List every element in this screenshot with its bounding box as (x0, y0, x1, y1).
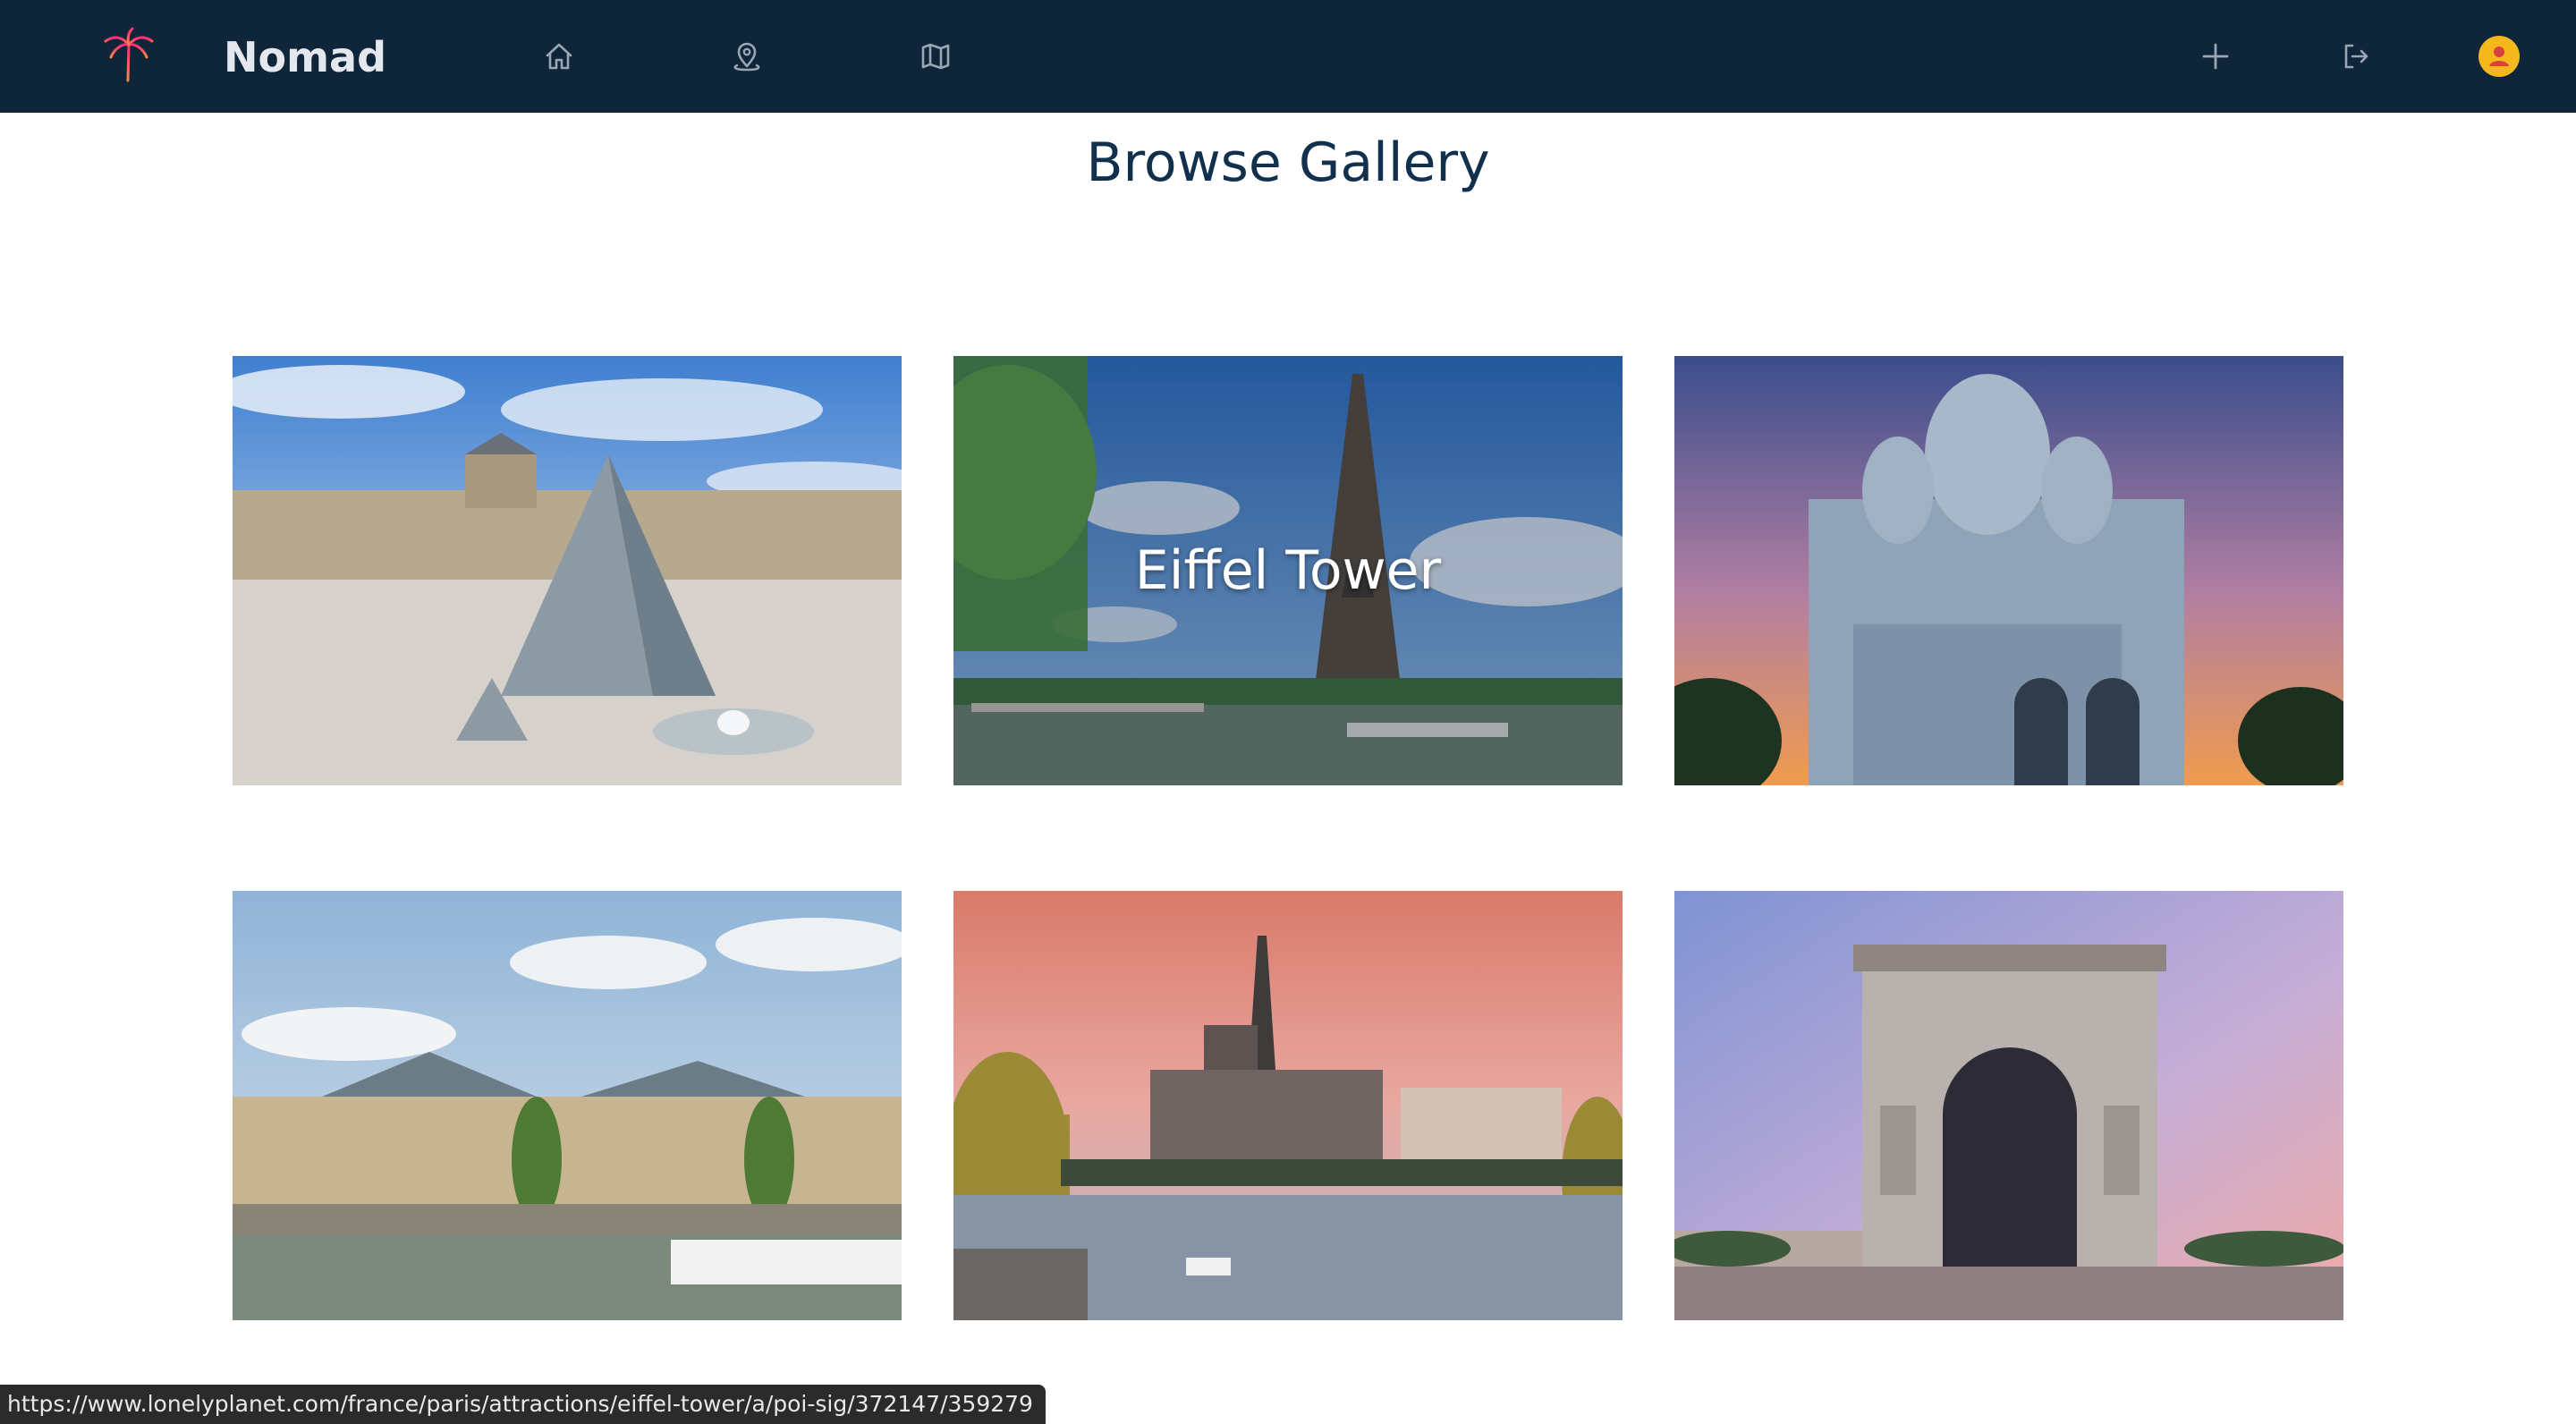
gallery-card-notre-dame[interactable] (953, 891, 1623, 1320)
musee-dorsay-image (233, 891, 902, 1320)
hover-overlay: Eiffel Tower (953, 356, 1623, 785)
gallery-card-sacre-coeur[interactable] (1674, 356, 2343, 785)
map-icon[interactable] (911, 32, 960, 81)
gallery-card-musee-dorsay[interactable] (233, 891, 902, 1320)
location-pin-icon[interactable] (723, 32, 771, 81)
palm-tree-icon[interactable] (98, 25, 159, 86)
brand-name[interactable]: Nomad (224, 30, 386, 84)
arc-de-triomphe-image (1674, 891, 2343, 1320)
home-icon[interactable] (535, 32, 583, 81)
user-avatar-icon[interactable] (2479, 36, 2520, 77)
gallery-card-eiffel-tower[interactable]: Eiffel Tower (953, 356, 1623, 785)
louvre-image (233, 356, 902, 785)
notre-dame-image (953, 891, 1623, 1320)
sacre-coeur-image (1674, 356, 2343, 785)
logout-icon[interactable] (2331, 32, 2379, 81)
plus-icon[interactable] (2191, 32, 2240, 81)
gallery-card-arc-de-triomphe[interactable] (1674, 891, 2343, 1320)
top-navbar: Nomad (0, 0, 2576, 113)
gallery-card-louvre[interactable] (233, 356, 902, 785)
link-status-bar: https://www.lonelyplanet.com/france/pari… (0, 1385, 1046, 1424)
page-title: Browse Gallery (1086, 131, 1490, 194)
card-title: Eiffel Tower (1134, 539, 1442, 602)
